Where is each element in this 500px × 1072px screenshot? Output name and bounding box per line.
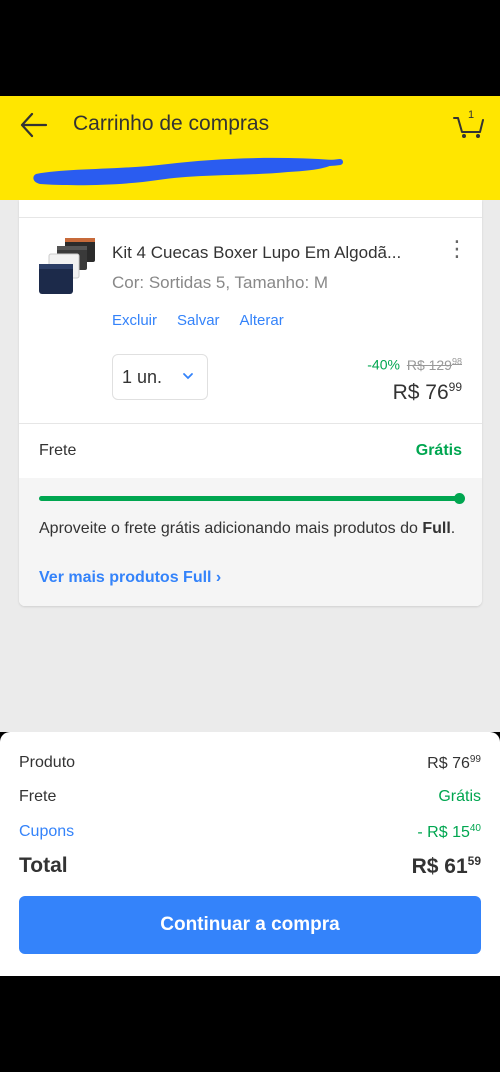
- free-shipping-box: Aproveite o frete grátis adicionando mai…: [19, 478, 482, 606]
- card-divider: [19, 217, 482, 218]
- summary-coupons-value: - R$ 1540: [417, 823, 481, 841]
- redaction-scribble: [33, 157, 343, 186]
- chevron-down-icon: [183, 373, 193, 380]
- quantity-selector[interactable]: 1 un.: [112, 354, 208, 400]
- summary-product-row: Produto R$ 7699: [19, 754, 481, 772]
- product-thumbnail[interactable]: [37, 236, 99, 298]
- cart-content: Kit 4 Cuecas Boxer Lupo Em Algodã... ⋮ C…: [0, 200, 500, 732]
- progress-dot: [454, 493, 465, 504]
- discount-percent: -40%: [367, 356, 400, 373]
- more-options-icon[interactable]: ⋮: [445, 238, 469, 264]
- free-shipping-progress: [39, 493, 465, 504]
- system-nav-bar: [0, 976, 500, 1072]
- change-button[interactable]: Alterar: [240, 312, 284, 329]
- summary-product-label: Produto: [19, 754, 76, 771]
- summary-coupons-row[interactable]: Cupons - R$ 1540: [19, 823, 481, 841]
- summary-shipping-value: Grátis: [438, 788, 481, 805]
- cart-button[interactable]: 1: [452, 108, 486, 140]
- old-price: R$ 12998: [406, 356, 462, 373]
- summary-coupons-label[interactable]: Cupons: [19, 823, 74, 840]
- shipping-label: Frete: [39, 442, 77, 459]
- app-header: Carrinho de compras 1: [0, 96, 500, 200]
- product-variant: Cor: Sortidas 5, Tamanho: M: [112, 273, 329, 292]
- discount-info: -40% R$ 12998: [367, 356, 462, 373]
- shipping-value: Grátis: [415, 442, 462, 459]
- summary-total-label: Total: [19, 854, 68, 877]
- summary-shipping-row: Frete Grátis: [19, 788, 481, 806]
- summary-product-value: R$ 7699: [427, 754, 481, 772]
- summary-total-value: R$ 6159: [411, 854, 481, 878]
- save-for-later-button[interactable]: Salvar: [177, 312, 220, 329]
- remove-button[interactable]: Excluir: [112, 312, 157, 329]
- cart-count-badge: 1: [468, 109, 475, 121]
- cart-item-card: Kit 4 Cuecas Boxer Lupo Em Algodã... ⋮ C…: [19, 200, 482, 606]
- section-divider: [19, 423, 482, 424]
- summary-total-row: Total R$ 6159: [19, 854, 481, 878]
- order-summary: Produto R$ 7699 Frete Grátis Cupons - R$…: [0, 732, 500, 976]
- progress-fill: [39, 496, 460, 501]
- continue-purchase-button[interactable]: Continuar a compra: [19, 896, 481, 954]
- status-bar: [0, 0, 500, 96]
- summary-shipping-label: Frete: [19, 788, 57, 805]
- quantity-value: 1 un.: [122, 367, 163, 387]
- back-arrow-icon[interactable]: [18, 110, 50, 140]
- see-full-products-link[interactable]: Ver mais produtos Full ›: [39, 569, 221, 587]
- free-shipping-message: Aproveite o frete grátis adicionando mai…: [39, 520, 456, 537]
- item-price: R$ 7699: [392, 380, 462, 404]
- product-title[interactable]: Kit 4 Cuecas Boxer Lupo Em Algodã...: [112, 243, 432, 263]
- page-title: Carrinho de compras: [73, 112, 270, 135]
- item-actions: Excluir Salvar Alterar: [112, 312, 304, 329]
